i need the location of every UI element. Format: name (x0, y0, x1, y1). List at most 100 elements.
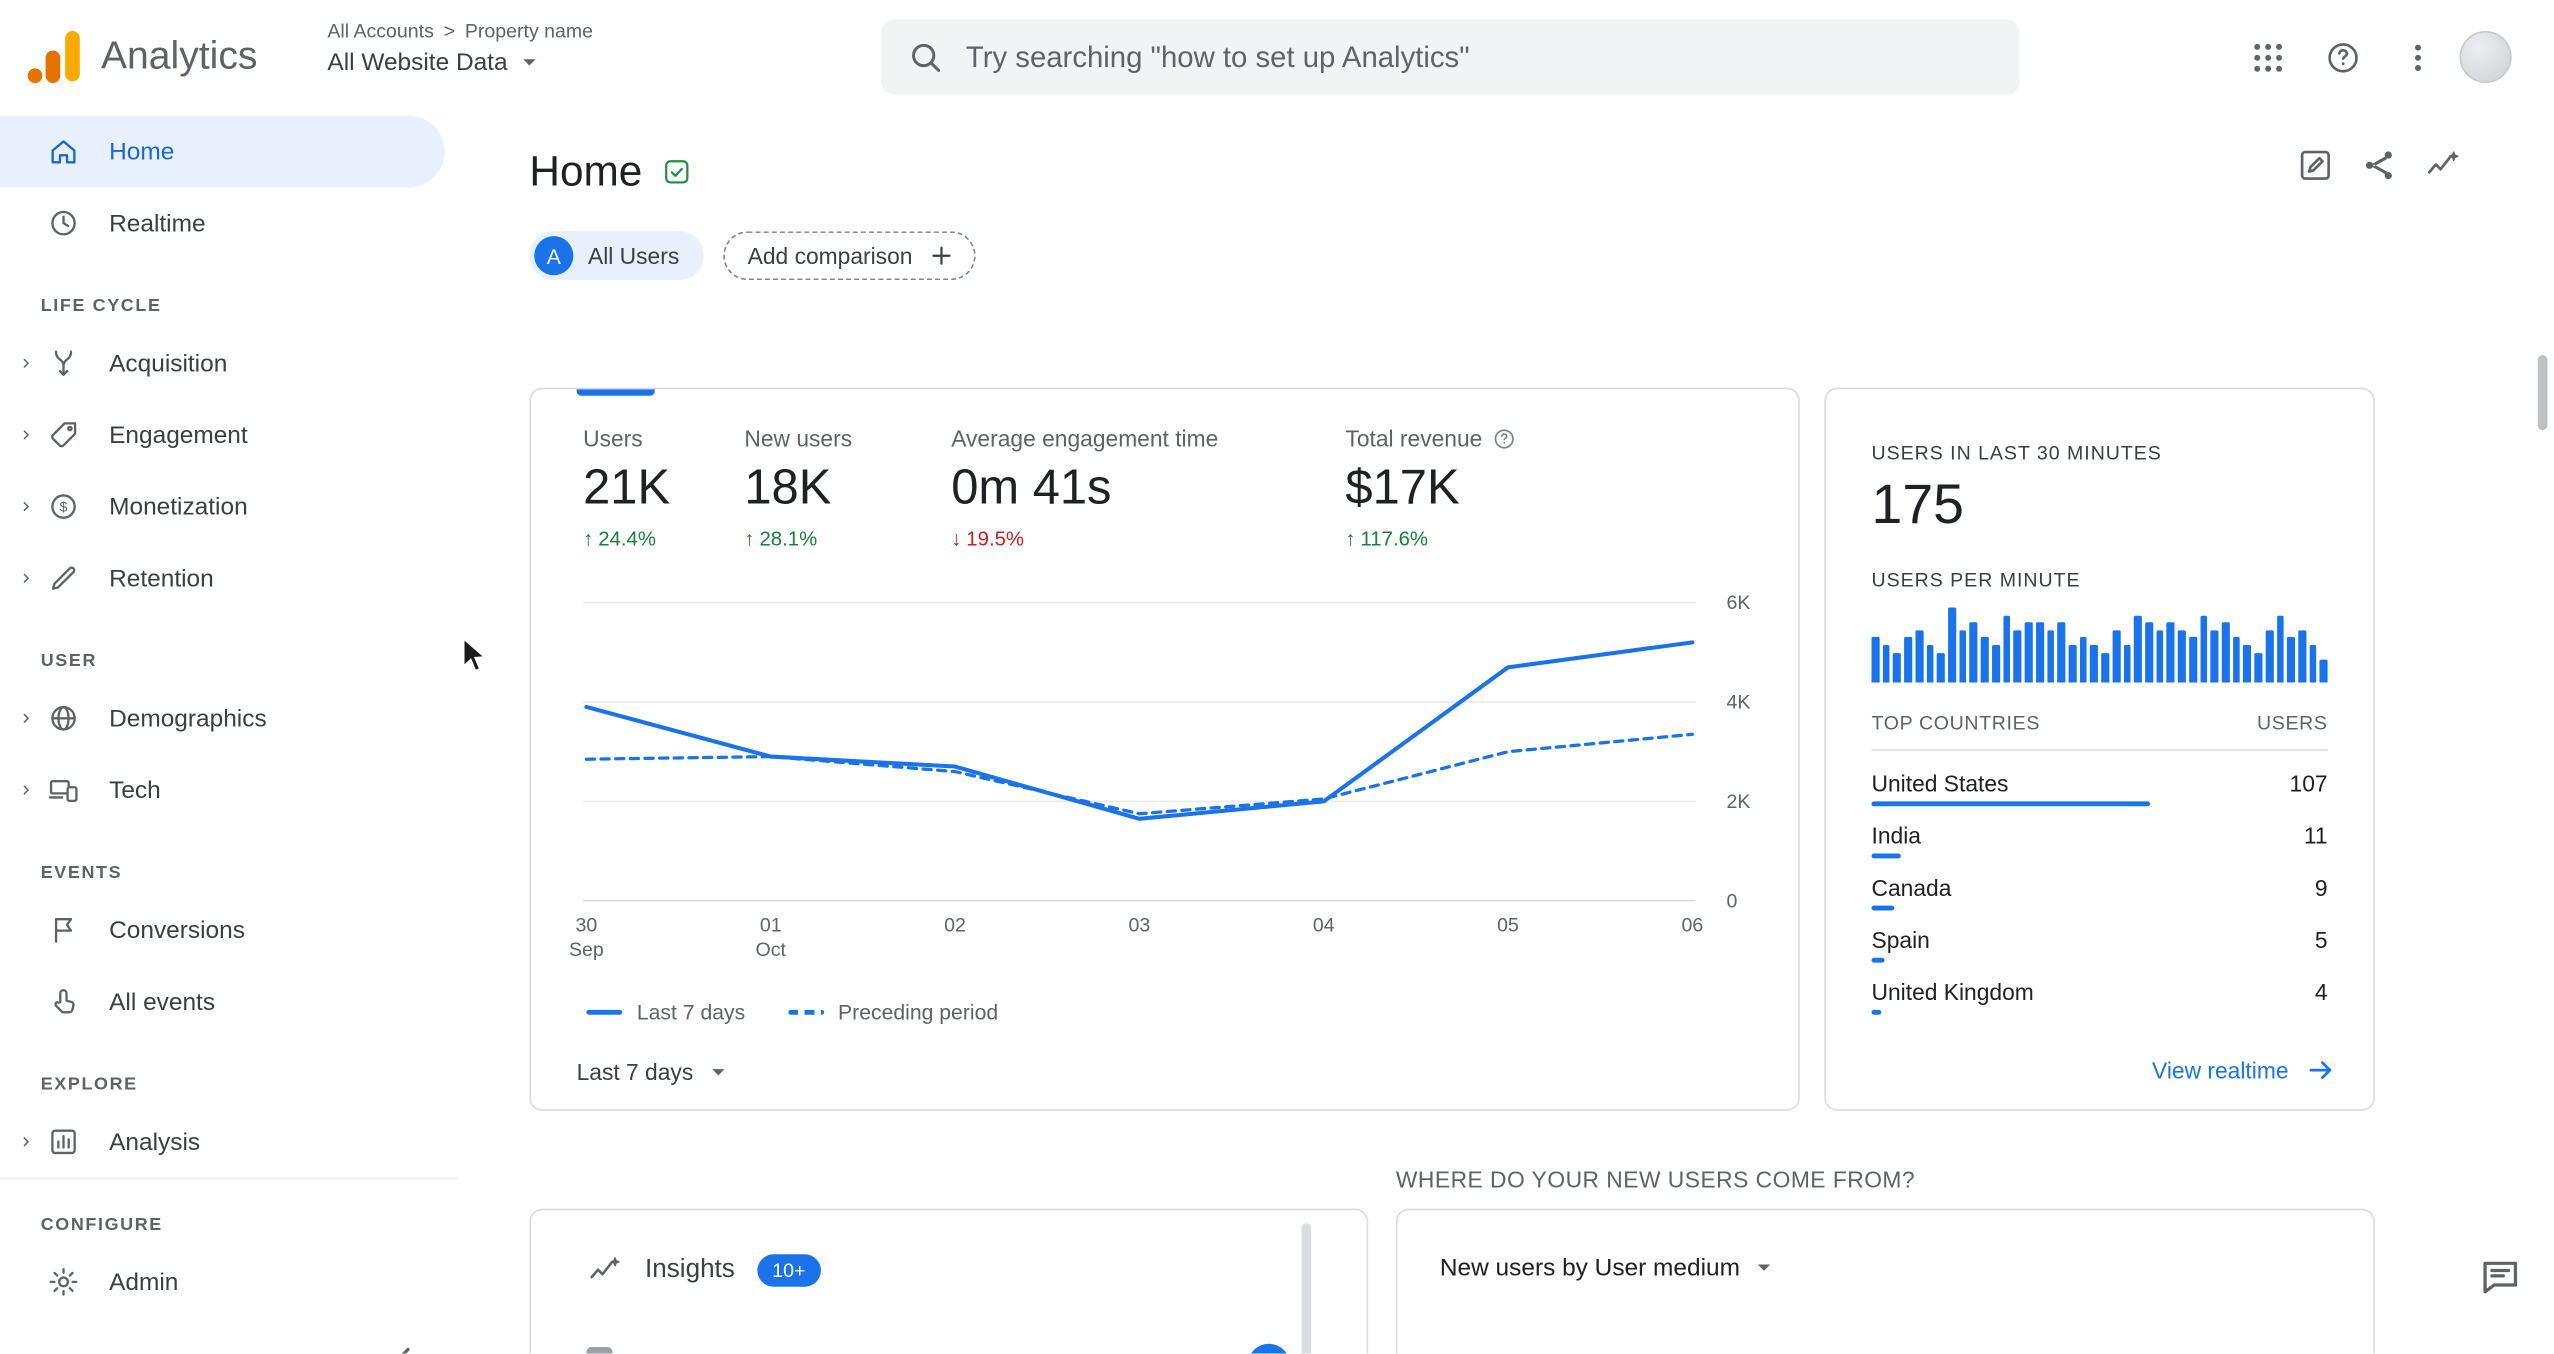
minute-bar (1893, 652, 1902, 683)
sidebar-item-all-events[interactable]: All events (0, 966, 445, 1038)
acquisition-icon (47, 347, 80, 380)
sidebar-item-label: Analysis (109, 1127, 201, 1156)
add-comparison-button[interactable]: Add comparison (723, 231, 976, 281)
sidebar-section-life-cycle: LIFE CYCLE (40, 296, 162, 316)
analytics-logo[interactable]: Analytics (26, 29, 257, 84)
x-axis-label: 04 (1312, 913, 1335, 937)
country-users: 5 (2314, 926, 2328, 953)
legend-label: Last 7 days (636, 1000, 746, 1025)
expand-chevron-icon[interactable] (13, 782, 39, 798)
view-realtime-link[interactable]: View realtime (2152, 1054, 2337, 1087)
search-input[interactable] (965, 39, 1994, 75)
sidebar-item-label: Demographics (109, 704, 267, 733)
metric-label-text: Users (583, 425, 643, 452)
metric-label: Total revenue (1345, 425, 1671, 451)
minute-bar (2035, 622, 2044, 683)
realtime-card: USERS IN LAST 30 MINUTES 175 USERS PER M… (1824, 387, 2375, 1111)
metric-delta: ↑ 117.6% (1345, 528, 1671, 551)
date-range-selector[interactable]: Last 7 days (577, 1057, 733, 1086)
expand-chevron-icon[interactable] (13, 1134, 39, 1150)
sidebar-item-demographics[interactable]: Demographics (0, 682, 445, 754)
minute-bar (1948, 607, 1956, 683)
country-row: United States 107 (1871, 757, 2328, 809)
metric-value: 0m 41s (951, 460, 1112, 515)
y-axis-label: 6K (1726, 591, 1751, 615)
sidebar-item-label: Realtime (109, 209, 206, 237)
sidebar-item-home[interactable]: Home (0, 115, 445, 188)
breadcrumb-property[interactable]: Property name (465, 20, 593, 43)
arrow-up-icon: ↑ (583, 527, 594, 551)
metric-help-icon[interactable] (1492, 426, 1516, 450)
minute-bar (2013, 630, 2022, 683)
report-actions (2297, 147, 2462, 184)
sidebar-item-engagement[interactable]: Engagement (0, 399, 445, 471)
minute-bar (2101, 652, 2110, 683)
help-button[interactable] (2310, 24, 2375, 89)
sidebar-section-configure: CONFIGURE (0, 1177, 458, 1246)
more-menu-button[interactable] (2385, 24, 2450, 89)
minute-bar (2057, 622, 2066, 683)
sidebar-item-analysis[interactable]: Analysis (0, 1106, 445, 1178)
country-row: India 11 (1871, 810, 2328, 862)
demographics-icon (47, 702, 80, 735)
comparison-chips: A All Users Add comparison (529, 231, 976, 281)
breadcrumb-all-accounts[interactable]: All Accounts (327, 20, 433, 43)
avatar[interactable] (2459, 30, 2512, 84)
users-per-minute-chart (1871, 604, 2328, 683)
sidebar: Home Realtime LIFE CYCLE Acquisition Engagem… (0, 114, 458, 1354)
expand-chevron-icon[interactable] (13, 355, 39, 371)
minute-bar (2046, 630, 2055, 683)
minute-bar (1904, 637, 1913, 683)
all-users-chip[interactable]: A All Users (529, 231, 704, 281)
sidebar-item-tech[interactable]: Tech (0, 754, 445, 826)
minute-bar (2210, 630, 2219, 683)
expand-chevron-icon[interactable] (13, 427, 39, 443)
analytics-logo-icon (26, 29, 81, 84)
minute-bar (2188, 637, 2197, 683)
page-title: Home (529, 146, 643, 196)
search-bar[interactable] (881, 19, 2020, 95)
metric-users: Users 21K ↑ 24.4% (583, 425, 744, 550)
sidebar-item-conversions[interactable]: Conversions (0, 894, 445, 966)
sidebar-item-label: Conversions (109, 916, 245, 944)
insights-header: Insights 10+ (586, 1253, 821, 1289)
new-users-card: New users by User medium (1395, 1208, 2375, 1354)
page-scrollbar[interactable] (2537, 355, 2548, 431)
minute-bar (1970, 622, 1978, 683)
monetization-icon: $ (47, 490, 80, 523)
expand-chevron-icon[interactable] (13, 498, 39, 514)
share-report-icon[interactable] (2360, 147, 2397, 184)
apps-grid-button[interactable] (2235, 24, 2300, 89)
minute-bar (2287, 637, 2296, 683)
insights-panel-icon[interactable] (2424, 147, 2461, 184)
metric-value: $17K (1345, 460, 1460, 515)
customize-report-icon[interactable] (2297, 147, 2334, 184)
property-selector-label: All Website Data (327, 48, 508, 76)
active-tab-indicator (576, 389, 655, 396)
analysis-icon (47, 1126, 80, 1159)
collapse-sidebar-button[interactable] (384, 1339, 423, 1354)
sidebar-item-realtime[interactable]: Realtime (0, 187, 445, 259)
new-users-dimension-selector[interactable]: New users by User medium (1440, 1253, 1779, 1282)
expand-chevron-icon[interactable] (13, 710, 39, 726)
chat-feedback-button[interactable] (2468, 1244, 2533, 1309)
metric-value: 18K (744, 460, 832, 515)
x-axis-label: 02 (944, 913, 966, 937)
metric-delta-value: 28.1% (759, 527, 818, 551)
metrics-row: Users 21K ↑ 24.4% New users 18K ↑ 28.1% Average … (583, 425, 1671, 551)
x-axis-label: 01 Oct (755, 913, 786, 962)
y-axis-labels: 6K 4K 2K 0 (1727, 591, 1789, 912)
property-selector[interactable]: All Website Data (327, 47, 593, 76)
minute-bar (2177, 630, 2186, 683)
line-chart-plot (583, 601, 1696, 902)
insights-scrollbar[interactable] (1301, 1223, 1312, 1354)
breadcrumb-separator: > (443, 19, 456, 43)
expand-chevron-icon[interactable] (13, 570, 39, 586)
sidebar-item-monetization[interactable]: $ Monetization (0, 471, 445, 543)
sidebar-item-admin[interactable]: Admin (0, 1246, 445, 1318)
metric-label-text: Total revenue (1345, 425, 1483, 452)
sidebar-item-retention[interactable]: Retention (0, 542, 445, 614)
sidebar-item-acquisition[interactable]: Acquisition (0, 327, 445, 399)
country-users: 11 (2303, 822, 2328, 849)
minute-bar (2123, 645, 2131, 683)
